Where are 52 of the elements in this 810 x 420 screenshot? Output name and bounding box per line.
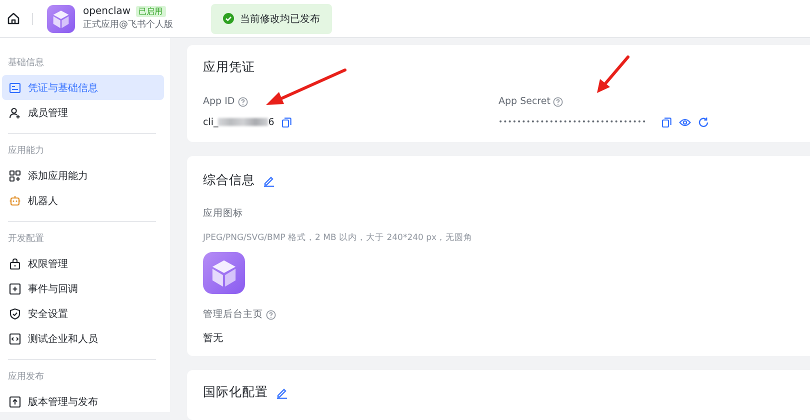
edit-icon[interactable] [276,386,288,398]
sidebar-item[interactable]: 安全设置 [2,301,164,326]
field-label: 应用图标 [203,207,244,220]
app-logo-icon [47,4,75,32]
blurred-value [218,118,268,126]
code-window-icon [9,332,21,344]
card-title: 综合信息 [203,172,255,189]
app-name: openclaw [83,6,131,17]
grid-add-icon [9,170,21,182]
app-subtitle: 正式应用@飞书个人版 [83,18,173,31]
eye-icon[interactable] [678,116,691,128]
sidebar-item[interactable]: 机器人 [2,188,164,213]
copy-icon[interactable] [281,116,292,128]
section-title: 应用能力 [7,144,45,158]
app-id-suffix: 6 [268,116,274,128]
help-icon[interactable] [266,310,276,320]
help-icon[interactable] [238,96,248,106]
field-label: App Secret [498,96,550,107]
home-icon[interactable] [7,12,20,25]
sidebar-item[interactable]: 测试企业和人员 [2,326,164,351]
card-title: 国际化配置 [203,384,268,401]
section-title: 应用发布 [7,370,45,384]
notice-text: 当前修改均已发布 [240,12,320,26]
check-circle-icon [223,13,234,24]
app-id-prefix: cli_ [203,116,218,128]
upload-hint: JPEG/PNG/SVG/BMP 格式，2 MB 以内，大于 240*240 px，无圆角 [203,232,474,244]
section-title: 开发配置 [7,232,45,246]
annotation-arrow [597,56,630,93]
field-label: App ID [203,96,235,107]
refresh-icon[interactable] [698,116,709,128]
sidebar-item[interactable]: 事件与回调 [2,276,164,301]
plus-square-icon [9,282,21,294]
status-badge: 已启用 [136,6,166,17]
field-label: 管理后台主页 [203,308,263,321]
edit-icon[interactable] [263,174,275,186]
sidebar-item[interactable]: 成员管理 [2,100,164,125]
shield-icon [9,308,21,320]
lock-icon [9,258,21,270]
card-title: 应用凭证 [203,59,256,76]
sidebar-item[interactable]: 权限管理 [2,251,164,276]
copy-icon[interactable] [660,116,672,128]
sidebar-item[interactable]: 添加应用能力 [2,163,164,188]
section-title: 基础信息 [7,56,45,70]
user-add-icon [9,106,21,118]
homepage-value: 暂无 [203,332,224,345]
id-card-icon [9,82,21,94]
sidebar-item[interactable]: 版本管理与发布 [2,389,164,414]
help-icon[interactable] [553,96,564,106]
sidebar-item[interactable]: 凭证与基础信息 [2,75,164,100]
robot-icon [9,194,21,206]
upload-icon [9,396,21,408]
app-logo-icon [203,252,245,294]
